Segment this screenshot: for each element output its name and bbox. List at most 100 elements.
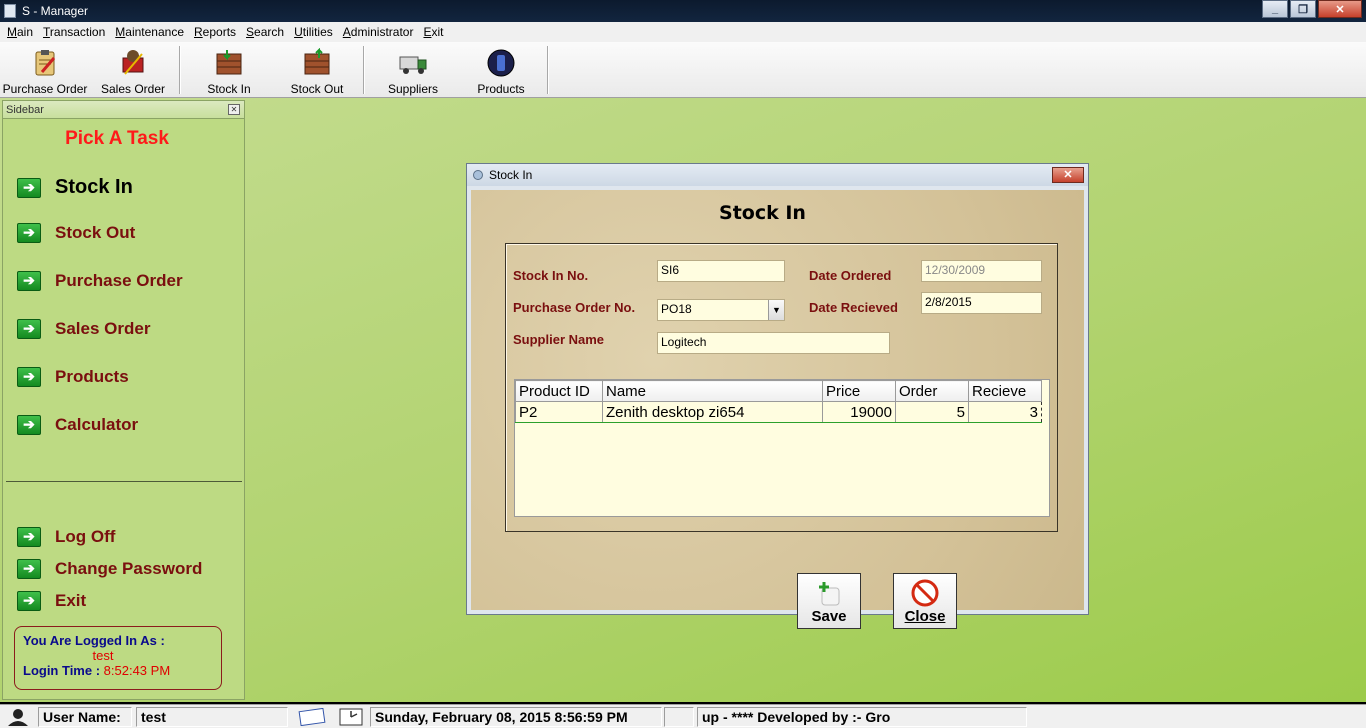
menu-main[interactable]: Main: [2, 25, 38, 39]
menu-mnemonic: U: [294, 25, 303, 39]
supplier-name-field[interactable]: Logitech: [657, 332, 890, 354]
menu-mnemonic: M: [7, 25, 17, 39]
stock-out-toolbar-button[interactable]: Stock Out: [284, 44, 350, 96]
menu-exit[interactable]: Exit: [418, 25, 448, 39]
clipboard-icon: [35, 50, 56, 76]
dialog-icon: [473, 170, 483, 180]
dialog-title-bar: Stock In ✕: [467, 164, 1088, 186]
toolbar-label: Suppliers: [387, 82, 439, 96]
products-icon: [487, 49, 515, 77]
purchase-order-no-select[interactable]: PO18 ▼: [657, 299, 785, 321]
truck-icon: [399, 56, 427, 74]
stock-items-table: Product ID Name Price Order Recieve P2 Z…: [515, 380, 1042, 423]
window-title-bar: S - Manager _ ❐ ✕: [0, 0, 1366, 22]
task-label: Change Password: [55, 559, 203, 578]
suppliers-toolbar-button[interactable]: Suppliers: [382, 44, 444, 96]
maximize-button[interactable]: ❐: [1290, 0, 1316, 18]
stock-items-grid: Product ID Name Price Order Recieve P2 Z…: [514, 379, 1050, 517]
task-sales-order[interactable]: ➔ Sales Order: [17, 319, 150, 339]
cell-product-id[interactable]: P2: [515, 401, 603, 423]
no-entry-icon: [911, 579, 939, 607]
task-exit[interactable]: ➔ Exit: [17, 591, 86, 611]
arrow-right-icon: ➔: [17, 415, 41, 435]
menu-label: dministrator: [350, 25, 414, 39]
menu-mnemonic: M: [115, 25, 126, 39]
chevron-down-icon[interactable]: ▼: [768, 300, 784, 320]
column-header[interactable]: Product ID: [515, 380, 603, 402]
grid-header-row: Product ID Name Price Order Recieve: [515, 380, 1042, 402]
task-calculator[interactable]: ➔ Calculator: [17, 415, 138, 435]
task-label: Products: [55, 367, 129, 386]
purchase-order-toolbar-button[interactable]: Purchase Order: [3, 44, 87, 96]
date-ordered-field: 12/30/2009: [921, 260, 1042, 282]
menu-label: ransaction: [49, 25, 106, 39]
menu-search[interactable]: Search: [241, 25, 289, 39]
app-icon: [4, 4, 16, 18]
window-title: S - Manager: [22, 4, 89, 18]
menu-mnemonic: A: [342, 25, 351, 39]
sidebar-close-button[interactable]: ✕: [228, 104, 240, 115]
status-bar: User Name: test Sunday, February 08, 201…: [0, 704, 1366, 728]
task-log-off[interactable]: ➔ Log Off: [17, 527, 115, 547]
stock-in-no-field[interactable]: SI6: [657, 260, 785, 282]
menu-bar: Main Transaction Maintenance Reports Sea…: [0, 22, 1366, 42]
cell-price[interactable]: 19000: [822, 401, 896, 423]
calendar-icon: [298, 708, 326, 726]
arrow-right-icon: ➔: [17, 319, 41, 339]
cell-order[interactable]: 5: [895, 401, 969, 423]
column-header[interactable]: Name: [602, 380, 823, 402]
task-stock-out[interactable]: ➔ Stock Out: [17, 223, 135, 243]
menu-transaction[interactable]: Transaction: [38, 25, 110, 39]
sidebar-header-label: Sidebar: [6, 104, 44, 116]
task-label: Exit: [55, 591, 87, 610]
date-received-field[interactable]: 2/8/2015: [921, 292, 1042, 314]
window-close-button[interactable]: ✕: [1318, 0, 1362, 18]
toolbar-label: Products: [477, 82, 525, 96]
cell-recieve[interactable]: 3: [968, 401, 1042, 423]
close-button[interactable]: Close: [893, 573, 957, 629]
user-icon: [8, 709, 28, 726]
login-time-value: 8:52:43 PM: [103, 663, 171, 678]
minimize-button[interactable]: _: [1262, 0, 1288, 18]
pick-task-title: Pick A Task: [65, 128, 169, 149]
menu-utilities[interactable]: Utilities: [289, 25, 338, 39]
box-out-icon: [304, 48, 330, 75]
column-header[interactable]: Order: [895, 380, 969, 402]
menu-label: eports: [202, 25, 237, 39]
login-time: Login Time : 8:52:43 PM: [23, 663, 213, 678]
arrow-right-icon: ➔: [17, 591, 41, 611]
arrow-right-icon: ➔: [17, 367, 41, 387]
user-name-label: User Name:: [38, 707, 132, 727]
arrow-right-icon: ➔: [17, 271, 41, 291]
cell-name[interactable]: Zenith desktop zi654: [602, 401, 823, 423]
toolbar-label: Stock Out: [290, 82, 344, 96]
save-button[interactable]: Save: [797, 573, 861, 629]
dialog-close-icon[interactable]: ✕: [1052, 167, 1084, 183]
sidebar-header: Sidebar ✕: [3, 101, 244, 119]
status-spacer: [664, 707, 694, 727]
menu-mnemonic: R: [194, 25, 203, 39]
task-products[interactable]: ➔ Products: [17, 367, 129, 387]
menu-reports[interactable]: Reports: [189, 25, 241, 39]
task-purchase-order[interactable]: ➔ Purchase Order: [17, 271, 183, 291]
menu-maintenance[interactable]: Maintenance: [110, 25, 189, 39]
toolbar-separator: [547, 46, 549, 94]
table-row[interactable]: P2 Zenith desktop zi654 19000 5 3: [515, 401, 1042, 423]
products-toolbar-button[interactable]: Products: [470, 44, 532, 96]
menu-label: tilities: [302, 25, 333, 39]
date-ordered-label: Date Ordered: [809, 268, 892, 283]
toolbar-label: Stock In: [207, 82, 251, 96]
task-label: Purchase Order: [55, 271, 183, 290]
task-change-password[interactable]: ➔ Change Password: [17, 559, 202, 579]
login-time-label: Login Time :: [23, 663, 104, 678]
sales-order-toolbar-button[interactable]: Sales Order: [98, 44, 168, 96]
menu-administrator[interactable]: Administrator: [338, 25, 419, 39]
toolbar-separator: [363, 46, 365, 94]
save-add-icon: [819, 582, 840, 606]
task-stock-in[interactable]: ➔ Stock In: [17, 176, 133, 199]
stock-in-no-label: Stock In No.: [513, 268, 589, 283]
arrow-right-icon: ➔: [17, 177, 41, 198]
stock-in-toolbar-button[interactable]: Stock In: [198, 44, 260, 96]
column-header[interactable]: Price: [822, 380, 896, 402]
column-header[interactable]: Recieve: [968, 380, 1042, 402]
